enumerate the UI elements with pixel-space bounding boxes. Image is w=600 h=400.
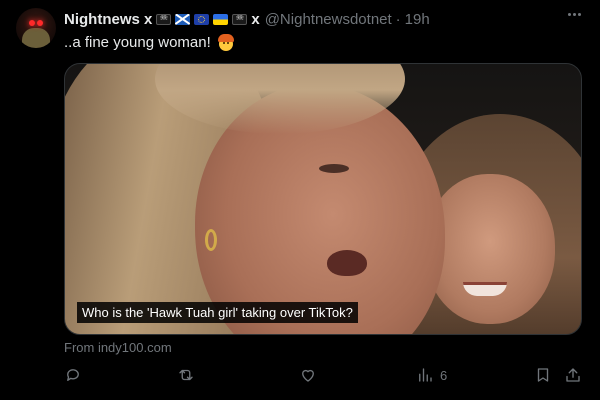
more-options-icon[interactable] bbox=[568, 13, 581, 16]
display-name[interactable]: Nightnews x bbox=[64, 11, 152, 28]
action-bar: 6 bbox=[64, 366, 582, 388]
tweet-header: Nightnews x x @Nightnewsdotnet · 19h bbox=[64, 9, 430, 29]
tweet[interactable]: Nightnews x x @Nightnewsdotnet · 19h ..a… bbox=[0, 0, 600, 400]
cowboy-face-icon bbox=[217, 33, 235, 51]
retweet-button[interactable] bbox=[177, 366, 195, 384]
ukraine-flag-icon bbox=[213, 13, 229, 25]
video-player[interactable]: Who is the 'Hawk Tuah girl' taking over … bbox=[64, 63, 582, 335]
user-handle[interactable]: @Nightnewsdotnet bbox=[265, 11, 392, 28]
eu-flag-icon bbox=[194, 13, 210, 25]
video-caption: Who is the 'Hawk Tuah girl' taking over … bbox=[77, 302, 358, 323]
like-button[interactable] bbox=[299, 366, 317, 384]
views-count: 6 bbox=[440, 367, 448, 383]
views-button[interactable]: 6 bbox=[416, 366, 447, 384]
tweet-text-content: ..a fine young woman! bbox=[64, 33, 211, 51]
earring bbox=[205, 229, 217, 251]
video-frame bbox=[65, 64, 581, 334]
avatar[interactable] bbox=[16, 8, 56, 48]
bookmark-button[interactable] bbox=[534, 366, 552, 384]
views-icon bbox=[419, 368, 432, 382]
scotland-flag-icon bbox=[175, 13, 191, 25]
tweet-text: ..a fine young woman! bbox=[64, 33, 235, 51]
bookmark-icon bbox=[537, 368, 549, 382]
avatar-eye-right bbox=[37, 20, 43, 26]
timestamp[interactable]: 19h bbox=[405, 11, 430, 28]
retweet-icon bbox=[179, 369, 193, 381]
heart-icon bbox=[302, 369, 314, 382]
source-link[interactable]: From indy100.com bbox=[64, 340, 172, 355]
share-icon bbox=[566, 368, 580, 382]
avatar-eye-left bbox=[29, 20, 35, 26]
reply-icon bbox=[67, 369, 79, 381]
avatar-eyes bbox=[29, 20, 43, 26]
separator-dot: · bbox=[395, 10, 401, 28]
jolly-roger-flag-icon bbox=[156, 13, 172, 25]
avatar-body bbox=[22, 28, 50, 48]
display-name-suffix: x bbox=[251, 10, 260, 28]
jolly-roger-flag-icon bbox=[232, 13, 248, 25]
share-button[interactable] bbox=[564, 366, 582, 384]
reply-button[interactable] bbox=[64, 366, 82, 384]
